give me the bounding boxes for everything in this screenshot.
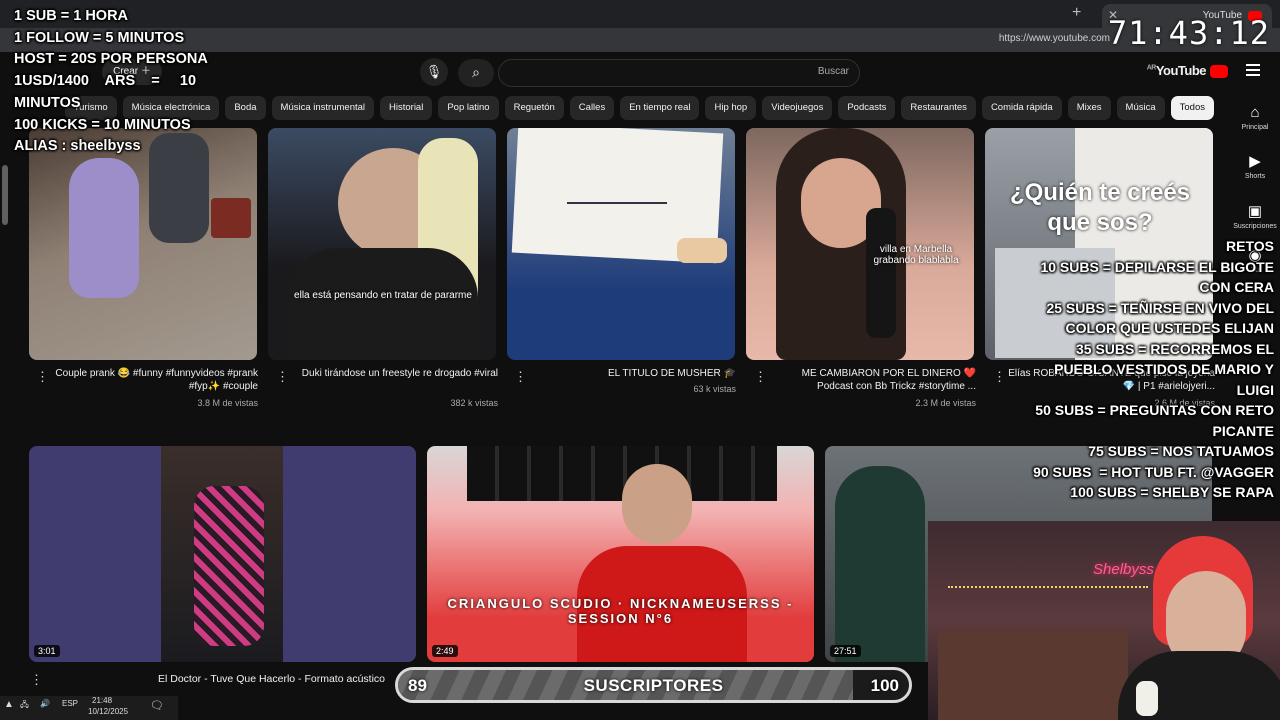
notifications-icon[interactable]: 🗨 — [150, 699, 164, 712]
taskbar-date: 10/12/2025 — [88, 707, 129, 716]
os-taskbar: ▲ 🖧 🔊 ESP 21:48 10/12/2025 🗨 — [0, 696, 178, 720]
chip-hip-hop[interactable]: Hip hop — [705, 96, 757, 120]
subscriber-goal-label: SUSCRIPTORES — [583, 676, 724, 695]
hamburger-menu-icon[interactable] — [1246, 64, 1260, 76]
chip-podcasts[interactable]: Podcasts — [838, 96, 896, 120]
short-title[interactable]: Couple prank 😂 #funny #funnyvideos #pran… — [50, 367, 258, 393]
short-views: 2.3 M de vistas — [915, 398, 976, 408]
guide-rail: ⌂ Principal ▶ Shorts ▣ Suscripciones ◉ Tú — [1230, 96, 1280, 274]
video-duration: 3:01 — [34, 645, 60, 657]
video-duration: 27:51 — [830, 645, 861, 657]
video-duration: 2:49 — [432, 645, 458, 657]
challenge-item: 100 SUBS = SHELBY SE RAPA — [1070, 484, 1274, 500]
chip-música-instrumental[interactable]: Música instrumental — [271, 96, 375, 120]
short-thumbnail[interactable] — [29, 128, 257, 360]
logo-text: YouTube — [1155, 63, 1207, 78]
short-thumbnail[interactable]: villa en Marbella grabando blablabla — [746, 128, 974, 360]
chip-calles[interactable]: Calles — [569, 96, 615, 120]
search-icon[interactable]: ⌕ — [458, 59, 494, 87]
subathon-timer: 71:43:12 — [1107, 14, 1270, 52]
subscriber-goal-bar: 89 SUSCRIPTORES 100 — [395, 667, 912, 703]
more-options-icon[interactable]: ⋮ — [36, 369, 49, 385]
challenge-item: 90 SUBS = HOT TUB FT. @VAGGER — [1033, 463, 1274, 480]
short-thumbnail[interactable] — [507, 128, 735, 360]
challenge-item: 25 SUBS = TEÑIRSE EN VIVO DEL COLOR QUE … — [1046, 299, 1278, 337]
challenge-item: 10 SUBS = DEPILARSE EL BIGOTE CON CERA — [1040, 258, 1278, 296]
short-caption: ella está pensando en tratar de pararme — [294, 290, 472, 301]
more-options-icon[interactable]: ⋮ — [993, 369, 1006, 385]
youtube-logo[interactable]: ARYouTube — [1146, 63, 1228, 79]
rule-line: 1USD/1400 ARS = 10 MINUTOS — [14, 73, 201, 111]
challenges-list: RETOS 10 SUBS = DEPILARSE EL BIGOTE CON … — [1024, 236, 1274, 503]
subathon-rules: 1 SUB = 1 HORA 1 FOLLOW = 5 MINUTOS HOST… — [14, 6, 224, 158]
region-code: AR — [1146, 64, 1157, 72]
short-caption: ¿Quién te creés que sos? — [1009, 179, 1191, 236]
challenge-item: 75 SUBS = NOS TATUAMOS — [1088, 443, 1274, 459]
short-title[interactable]: EL TITULO DE MUSHER 🎓 — [528, 367, 736, 380]
expand-tray-icon[interactable]: ▲ — [4, 699, 14, 710]
url-text[interactable]: https://www.youtube.com — [999, 33, 1110, 44]
subscriber-goal-target: 100 — [870, 676, 899, 695]
more-options-icon[interactable]: ⋮ — [754, 369, 767, 385]
search-input[interactable]: Buscar — [498, 59, 860, 87]
challenge-item: 35 SUBS = RECORREMOS EL PUEBLO VESTIDOS … — [1054, 340, 1278, 398]
video-thumbnail[interactable]: CRIANGULO SCUDIO · NICKNAMEUSERSS - SESS… — [427, 446, 814, 662]
youtube-play-icon — [1210, 65, 1228, 79]
voice-search-icon[interactable]: 🎙 — [420, 58, 448, 86]
more-options-icon[interactable]: ⋮ — [276, 369, 289, 385]
taskbar-time: 21:48 — [92, 696, 113, 705]
page-scrollbar[interactable] — [2, 165, 8, 225]
rail-item-home[interactable]: ⌂ Principal — [1230, 104, 1280, 131]
video-thumbnail[interactable]: 3:01 — [29, 446, 416, 662]
challenge-item: 50 SUBS = PREGUNTAS CON RETO PICANTE — [1035, 402, 1278, 439]
short-thumbnail[interactable]: ella está pensando en tratar de pararme — [268, 128, 496, 360]
volume-icon[interactable]: 🔊 — [40, 699, 50, 708]
chip-videojuegos[interactable]: Videojuegos — [762, 96, 833, 120]
rule-line: ALIAS : sheelbyss — [14, 138, 141, 155]
chip-música[interactable]: Música — [1116, 96, 1165, 120]
chip-restaurantes[interactable]: Restaurantes — [901, 96, 976, 120]
chip-todos[interactable]: Todos — [1170, 96, 1214, 120]
chip-boda[interactable]: Boda — [225, 96, 266, 120]
challenges-heading: RETOS — [1226, 238, 1274, 254]
rule-line: 1 SUB = 1 HORA — [14, 8, 129, 24]
rule-line: 100 KICKS = 10 MINUTOS — [14, 116, 191, 133]
search-placeholder: Buscar — [817, 66, 849, 77]
shorts-icon: ▶ — [1249, 153, 1261, 170]
chip-reguetón[interactable]: Reguetón — [504, 96, 564, 120]
short-title[interactable]: ME CAMBIARON POR EL DINERO ❤️ Podcast co… — [768, 367, 976, 393]
short-title[interactable]: Duki tirándose un freestyle re drogado #… — [290, 367, 498, 380]
short-views: 63 k vistas — [693, 384, 736, 394]
more-options-icon[interactable]: ⋮ — [30, 672, 43, 688]
chip-mixes[interactable]: Mixes — [1067, 96, 1111, 120]
home-icon: ⌂ — [1250, 104, 1260, 121]
chip-historial[interactable]: Historial — [380, 96, 433, 120]
rule-line: 1 FOLLOW = 5 MINUTOS — [14, 29, 185, 46]
video-title[interactable]: El Doctor - Tuve Que Hacerlo - Formato a… — [60, 673, 385, 686]
video-caption: CRIANGULO SCUDIO · NICKNAMEUSERSS - SESS… — [447, 596, 794, 626]
rail-item-shorts[interactable]: ▶ Shorts — [1230, 152, 1280, 180]
subscriptions-icon: ▣ — [1247, 203, 1263, 220]
short-views: 382 k vistas — [450, 398, 498, 408]
rail-label: Shorts — [1244, 173, 1266, 180]
rule-line: HOST = 20S POR PERSONA — [14, 51, 208, 68]
rail-label: Principal — [1241, 124, 1269, 131]
network-icon[interactable]: 🖧 — [20, 699, 29, 713]
language-indicator[interactable]: ESP — [62, 699, 78, 708]
rail-item-subscriptions[interactable]: ▣ Suscripciones — [1230, 202, 1280, 230]
more-options-icon[interactable]: ⋮ — [514, 369, 527, 385]
new-tab-button[interactable]: + — [1072, 4, 1081, 22]
short-caption: villa en Marbella grabando blablabla — [873, 244, 959, 266]
chip-comida-rápida[interactable]: Comida rápida — [981, 96, 1062, 120]
chip-pop-latino[interactable]: Pop latino — [438, 96, 499, 120]
streamer-webcam: Shelbyss — [928, 521, 1280, 720]
rail-label: Suscripciones — [1233, 223, 1277, 230]
chip-en-tiempo-real[interactable]: En tiempo real — [620, 96, 700, 120]
neon-sign: Shelbyss — [1093, 561, 1154, 578]
short-views: 3.8 M de vistas — [197, 398, 258, 408]
